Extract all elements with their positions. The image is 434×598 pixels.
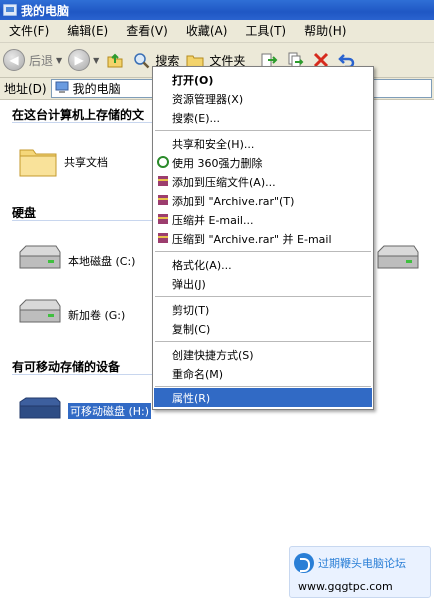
menu-favorites[interactable]: 收藏(A) (177, 20, 237, 42)
menu-item-add-to-archive-rar[interactable]: 添加到 "Archive.rar"(T) (154, 191, 372, 210)
menu-item-search[interactable]: 搜索(E)... (154, 108, 372, 127)
menu-item-copy[interactable]: 复制(C) (154, 319, 372, 338)
winrar-icon (157, 213, 169, 225)
local-disk-c-label: 本地磁盘 (C:) (68, 254, 136, 268)
watermark-url: www.gqgtpc.com (298, 580, 393, 593)
menu-separator (155, 130, 371, 131)
menu-item-create-shortcut[interactable]: 创建快捷方式(S) (154, 345, 372, 364)
section-divider (12, 122, 152, 123)
menu-file[interactable]: 文件(F) (0, 20, 58, 42)
removable-disk-h-item[interactable]: 可移动磁盘 (H:) (16, 396, 152, 425)
menu-item-compress-email[interactable]: 压缩并 E-mail... (154, 210, 372, 229)
menu-bar: 文件(F) 编辑(E) 查看(V) 收藏(A) 工具(T) 帮助(H) (0, 20, 434, 43)
menu-item-eject[interactable]: 弹出(J) (154, 274, 372, 293)
section-hard-disks: 硬盘 (12, 206, 37, 220)
menu-separator (155, 386, 371, 387)
watermark-title: 过期鞭头电脑论坛 (318, 557, 406, 570)
menu-item-properties[interactable]: 属性(R) (154, 388, 372, 407)
menu-item-cut[interactable]: 剪切(T) (154, 300, 372, 319)
hard-drive-icon (374, 244, 420, 277)
menu-edit[interactable]: 编辑(E) (58, 20, 117, 42)
context-menu: 打开(O) 资源管理器(X) 搜索(E)... 共享和安全(H)... 使用 3… (152, 66, 374, 410)
address-label: 地址(D) (4, 82, 47, 96)
forum-logo-icon (294, 553, 314, 573)
menu-item-360-delete[interactable]: 使用 360强力删除 (154, 153, 372, 172)
section-divider (12, 374, 152, 375)
menu-item-explorer[interactable]: 资源管理器(X) (154, 89, 372, 108)
hard-drive-icon (16, 298, 62, 331)
menu-item-sharing-security[interactable]: 共享和安全(H)... (154, 134, 372, 153)
back-button[interactable]: ◀ 后退 ▼ (0, 45, 65, 75)
new-volume-g-item[interactable]: 新加卷 (G:) (16, 298, 125, 331)
section-stored-files: 在这台计算机上存储的文 (12, 108, 145, 122)
watermark: 过期鞭头电脑论坛 www.gqgtpc.com (289, 546, 431, 598)
title-bar[interactable]: 我的电脑 (0, 0, 434, 20)
section-removable-storage: 有可移动存储的设备 (12, 360, 121, 374)
menu-help[interactable]: 帮助(H) (295, 20, 355, 42)
menu-item-format[interactable]: 格式化(A)... (154, 255, 372, 274)
up-folder-icon (105, 50, 125, 70)
menu-separator (155, 341, 371, 342)
shared-documents-label: 共享文档 (64, 155, 108, 169)
winrar-icon (157, 175, 169, 187)
new-volume-g-label: 新加卷 (G:) (68, 308, 126, 322)
address-value: 我的电脑 (72, 82, 121, 96)
back-dropdown-icon[interactable]: ▼ (56, 56, 62, 65)
section-divider (12, 220, 152, 221)
removable-disk-h-label: 可移动磁盘 (H:) (68, 402, 152, 419)
computer-icon (55, 81, 69, 97)
window-title: 我的电脑 (21, 3, 70, 18)
search-icon (131, 50, 151, 70)
menu-item-rename[interactable]: 重命名(M) (154, 364, 372, 383)
forward-button[interactable]: ▶ ▼ (65, 45, 102, 75)
back-label: 后退 (29, 53, 54, 68)
menu-item-add-to-archive[interactable]: 添加到压缩文件(A)... (154, 172, 372, 191)
removable-drive-icon (16, 396, 62, 425)
forward-arrow-icon: ▶ (68, 49, 91, 71)
folder-icon (18, 142, 58, 181)
360-icon (157, 156, 169, 168)
my-computer-icon (3, 4, 17, 16)
winrar-icon (157, 232, 169, 244)
menu-view[interactable]: 查看(V) (117, 20, 177, 42)
menu-item-compress-rar-email[interactable]: 压缩到 "Archive.rar" 并 E-mail (154, 229, 372, 248)
menu-item-open[interactable]: 打开(O) (154, 70, 372, 89)
winrar-icon (157, 194, 169, 206)
menu-separator (155, 251, 371, 252)
back-arrow-icon: ◀ (3, 49, 25, 71)
hidden-drive-item[interactable] (374, 244, 420, 277)
menu-separator (155, 296, 371, 297)
local-disk-c-item[interactable]: 本地磁盘 (C:) (16, 244, 135, 277)
forward-dropdown-icon[interactable]: ▼ (93, 56, 99, 65)
hard-drive-icon (16, 244, 62, 277)
menu-tools[interactable]: 工具(T) (236, 20, 295, 42)
shared-documents-item[interactable]: 共享文档 (18, 142, 108, 181)
up-button[interactable] (102, 45, 128, 75)
